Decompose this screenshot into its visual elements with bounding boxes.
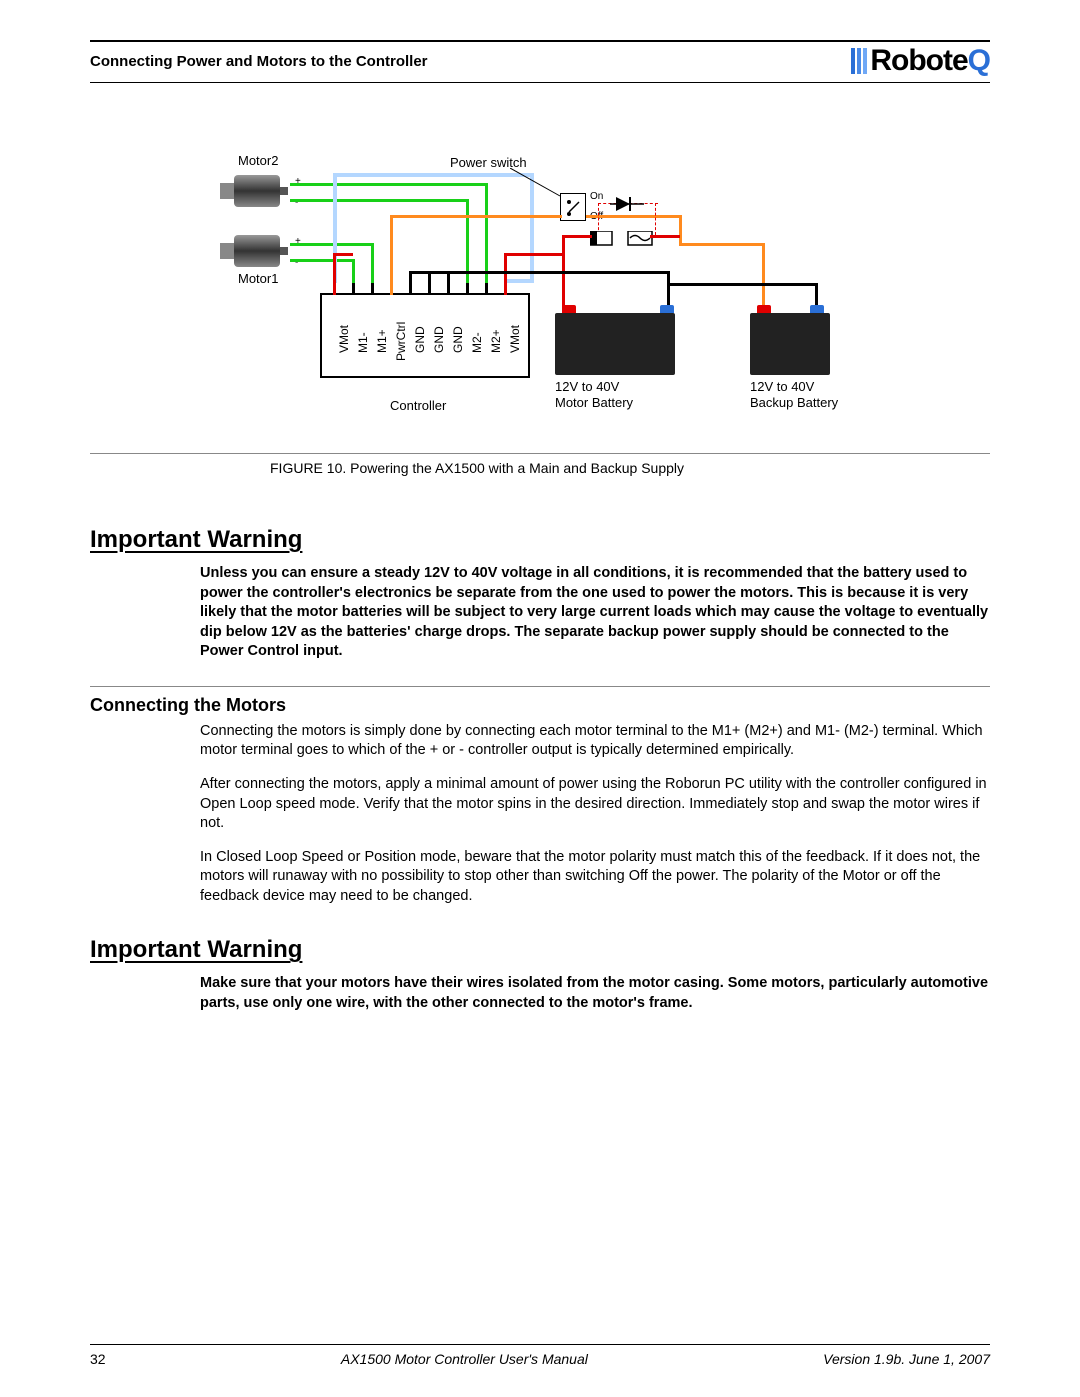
header-title: Connecting Power and Motors to the Contr… (90, 53, 428, 70)
footer-center: AX1500 Motor Controller User's Manual (341, 1351, 588, 1367)
body-p3: In Closed Loop Speed or Position mode, b… (200, 848, 990, 907)
pin-vmot-r: VMot (508, 325, 522, 353)
motor1-icon (220, 233, 290, 269)
pin-gnd3: GND (451, 326, 465, 353)
warning2-heading: Important Warning (90, 936, 990, 964)
sw-on: On (590, 191, 603, 202)
pin-m1minus: M1- (356, 332, 370, 353)
body-p1: Connecting the motors is simply done by … (200, 722, 990, 761)
pin-m2plus: M2+ (489, 329, 503, 353)
brand-logo: RoboteQ (851, 44, 990, 78)
warning2-body: Make sure that your motors have their wi… (200, 974, 990, 1013)
batt1-v: 12V to 40V (555, 379, 619, 394)
batt1-l: Motor Battery (555, 395, 633, 410)
pin-vmot-l: VMot (337, 325, 351, 353)
motor2-icon (220, 173, 290, 209)
pin-m1plus: M1+ (375, 329, 389, 353)
batt2-l: Backup Battery (750, 395, 838, 410)
controller-label: Controller (390, 398, 446, 413)
pin-m2minus: M2- (470, 332, 484, 353)
section-heading: Connecting the Motors (90, 686, 990, 716)
pin-gnd1: GND (413, 326, 427, 353)
batt2-v: 12V to 40V (750, 379, 814, 394)
warning1-body: Unless you can ensure a steady 12V to 40… (200, 564, 990, 662)
wiring-diagram: Motor2 Motor1 + - + - Controller VMot M1… (90, 153, 990, 453)
motor2-label: Motor2 (238, 153, 278, 168)
backup-battery-icon (750, 313, 830, 375)
body-p2: After connecting the motors, apply a min… (200, 775, 990, 834)
motor-battery-icon (555, 313, 675, 375)
pin-pwrctrl: PwrCtrl (394, 322, 408, 361)
page-number: 32 (90, 1351, 106, 1367)
diode-icon (610, 195, 644, 213)
logo-bars-icon (851, 48, 867, 74)
power-switch-icon (560, 193, 586, 221)
figure-caption: FIGURE 10. Powering the AX1500 with a Ma… (270, 454, 684, 476)
warning1-heading: Important Warning (90, 526, 990, 554)
footer-right: Version 1.9b. June 1, 2007 (823, 1351, 990, 1367)
pin-gnd2: GND (432, 326, 446, 353)
motor1-label: Motor1 (238, 271, 278, 286)
